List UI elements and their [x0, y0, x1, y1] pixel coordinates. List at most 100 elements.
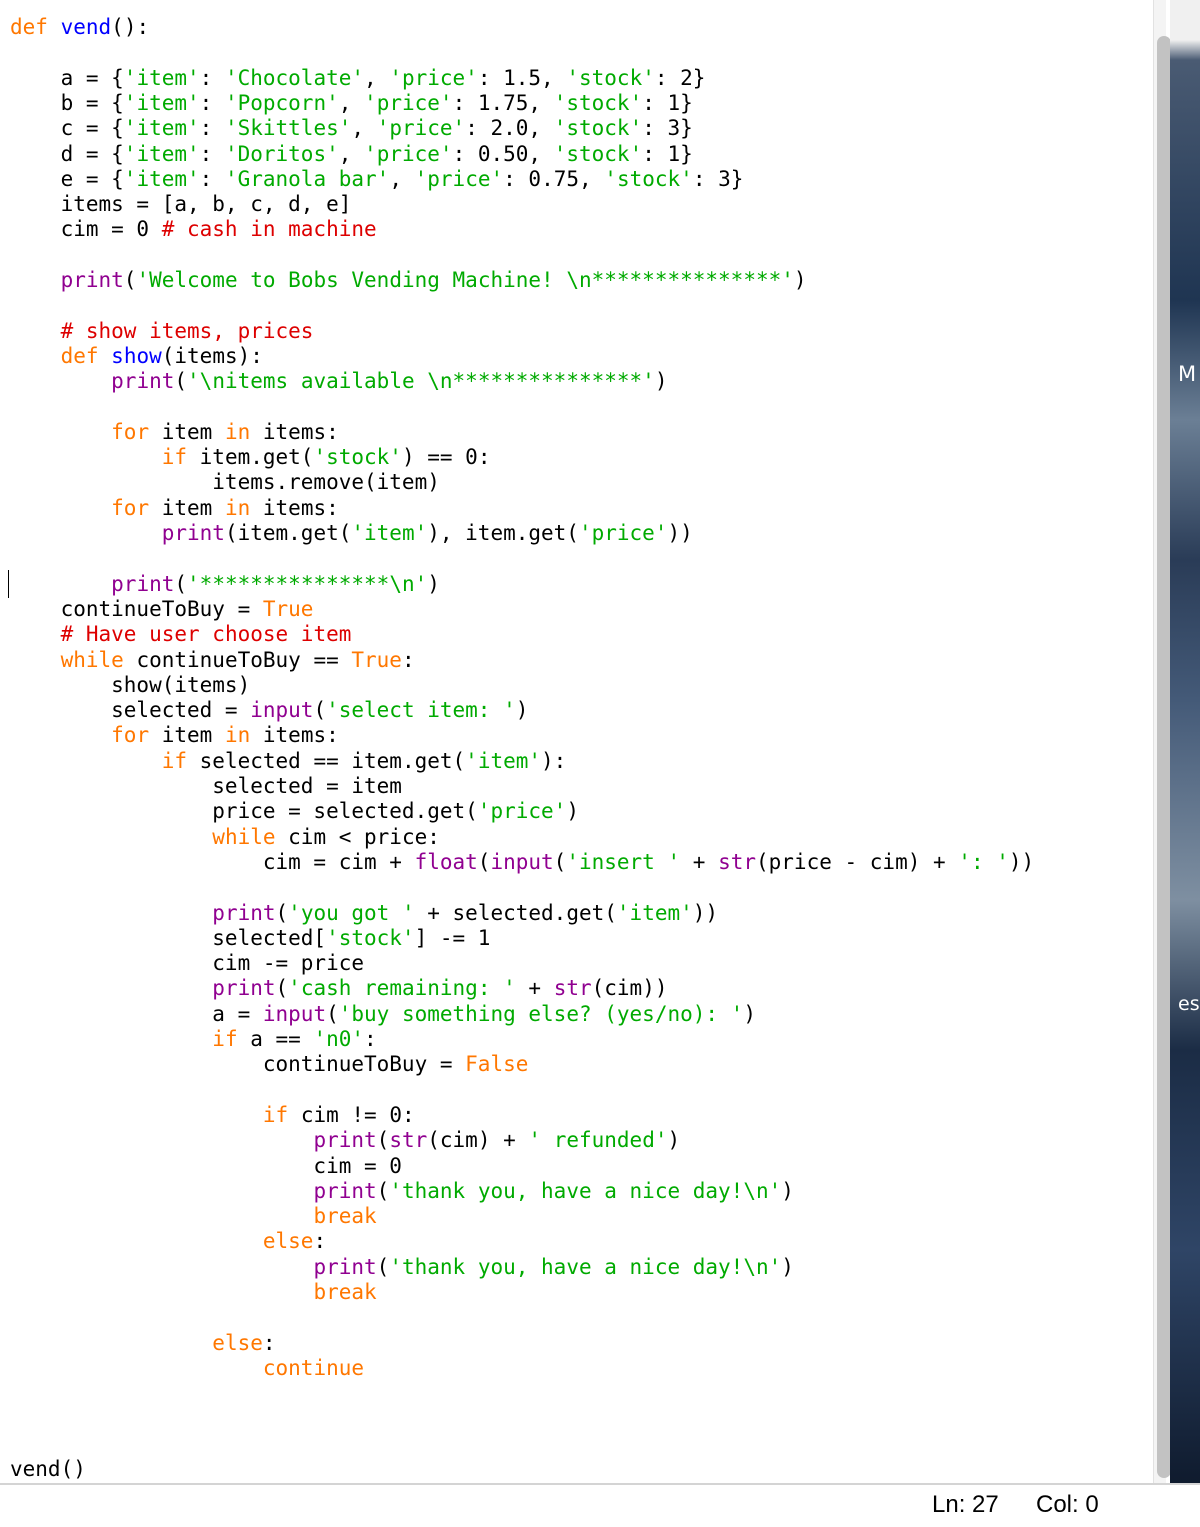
- code-line: print('Welcome to Bobs Vending Machine! …: [10, 268, 807, 293]
- code-line: print(str(cim) + ' refunded'): [10, 1128, 680, 1153]
- code-line: # show items, prices: [10, 319, 314, 344]
- code-token: 'stock': [553, 141, 643, 166]
- code-token: 'insert ': [566, 849, 681, 874]
- code-token: print: [313, 1254, 377, 1279]
- code-token: 'item': [465, 748, 542, 773]
- code-token: if: [161, 445, 188, 470]
- code-line: def vend():: [10, 15, 149, 40]
- code-line: price = selected.get('price'): [10, 799, 579, 824]
- code-token: ): [793, 268, 807, 292]
- code-token: ] -= 1: [414, 925, 491, 950]
- code-token: : 0.75,: [503, 166, 605, 191]
- code-token: ': ': [958, 849, 1009, 874]
- code-token: selected[: [10, 925, 327, 950]
- code-token: show(items): [10, 672, 251, 697]
- code-token: ,: [338, 90, 365, 115]
- code-token: (: [326, 1001, 339, 1026]
- code-token: float: [414, 849, 478, 874]
- code-line: continue: [10, 1356, 364, 1381]
- code-token: 'Popcorn': [224, 90, 339, 115]
- code-token: 'Welcome to Bobs Vending Machine! \n****…: [136, 268, 794, 292]
- code-token: a ==: [237, 1027, 314, 1051]
- code-token: items.remove(item): [10, 470, 440, 495]
- code-token: 'item': [123, 65, 200, 90]
- code-token: while: [212, 824, 276, 849]
- code-token: 'Skittles': [224, 116, 352, 141]
- code-editor[interactable]: def vend(): a = {'item': 'Chocolate', 'p…: [0, 0, 1153, 1483]
- code-token: :: [199, 166, 225, 191]
- code-line: cim = 0: [10, 1154, 402, 1179]
- code-token: if: [212, 1027, 238, 1051]
- code-token: 'you got ': [288, 900, 415, 925]
- desktop-partial-label: M: [1178, 362, 1197, 386]
- code-token: else: [262, 1229, 314, 1254]
- code-token: items:: [250, 419, 339, 444]
- code-line: show(items): [10, 673, 250, 698]
- code-token: :: [199, 90, 225, 115]
- code-token: (items):: [161, 343, 263, 368]
- code-token: print: [161, 521, 225, 545]
- code-token: :: [199, 116, 225, 141]
- code-token: ): [781, 1178, 794, 1203]
- code-token: def: [60, 343, 99, 368]
- code-token: 'price': [376, 116, 466, 141]
- code-token: 'stock': [553, 90, 643, 115]
- code-token: 'Doritos': [224, 141, 339, 166]
- code-token: True: [262, 596, 314, 621]
- code-line: continueToBuy = False: [10, 1052, 529, 1077]
- code-token: item: [149, 723, 225, 748]
- code-token: ,: [351, 116, 377, 141]
- code-token: (: [275, 900, 289, 925]
- code-token: 'price': [364, 90, 453, 115]
- code-line: break: [10, 1204, 377, 1229]
- code-token: break: [313, 1204, 377, 1229]
- code-token: 'Chocolate': [224, 65, 365, 90]
- code-token: : 1.5,: [477, 65, 567, 90]
- line-number-indicator: Ln: 27: [932, 1491, 999, 1518]
- code-token: : 3}: [642, 116, 693, 141]
- code-token: : 1}: [642, 90, 693, 115]
- code-token: 'Granola bar': [224, 166, 390, 191]
- vertical-scrollbar-thumb[interactable]: [1157, 36, 1171, 1478]
- code-token: input: [250, 698, 314, 723]
- code-line: print('thank you, have a nice day!\n'): [10, 1178, 794, 1204]
- code-line: vend(): [10, 1457, 86, 1482]
- code-token: selected =: [10, 698, 251, 723]
- code-token: '\nitems available \n***************': [187, 369, 655, 394]
- code-token: : 2}: [654, 65, 706, 90]
- code-token: ), item.get(: [427, 521, 579, 545]
- code-token: items = [a, b, c, d, e]: [10, 192, 352, 217]
- code-line: else:: [10, 1331, 275, 1356]
- code-token: (: [123, 268, 137, 292]
- code-line: print(item.get('item'), item.get('price'…: [10, 521, 693, 546]
- code-token: ): [566, 799, 579, 824]
- code-line: for item in items:: [10, 420, 339, 445]
- code-token: cim < price:: [275, 824, 440, 849]
- code-token: 'item': [123, 166, 200, 191]
- code-line: for item in items:: [10, 723, 339, 748]
- code-token: False: [465, 1052, 529, 1077]
- code-token: : 1}: [642, 141, 693, 166]
- code-token: continue: [262, 1355, 365, 1380]
- code-line: print('***************\n'): [10, 572, 440, 597]
- code-token: '***************\n': [187, 571, 428, 596]
- code-token: 'stock': [326, 925, 415, 950]
- code-token: print: [111, 369, 175, 394]
- code-token: 'item': [123, 90, 200, 115]
- code-token: cim = 0: [10, 217, 162, 242]
- code-token: ): [427, 571, 440, 596]
- code-line: items = [a, b, c, d, e]: [10, 192, 352, 217]
- code-token: (: [313, 698, 327, 723]
- code-token: )): [692, 900, 719, 925]
- code-token: selected == item.get(: [187, 748, 466, 773]
- code-token: b = {: [10, 90, 124, 115]
